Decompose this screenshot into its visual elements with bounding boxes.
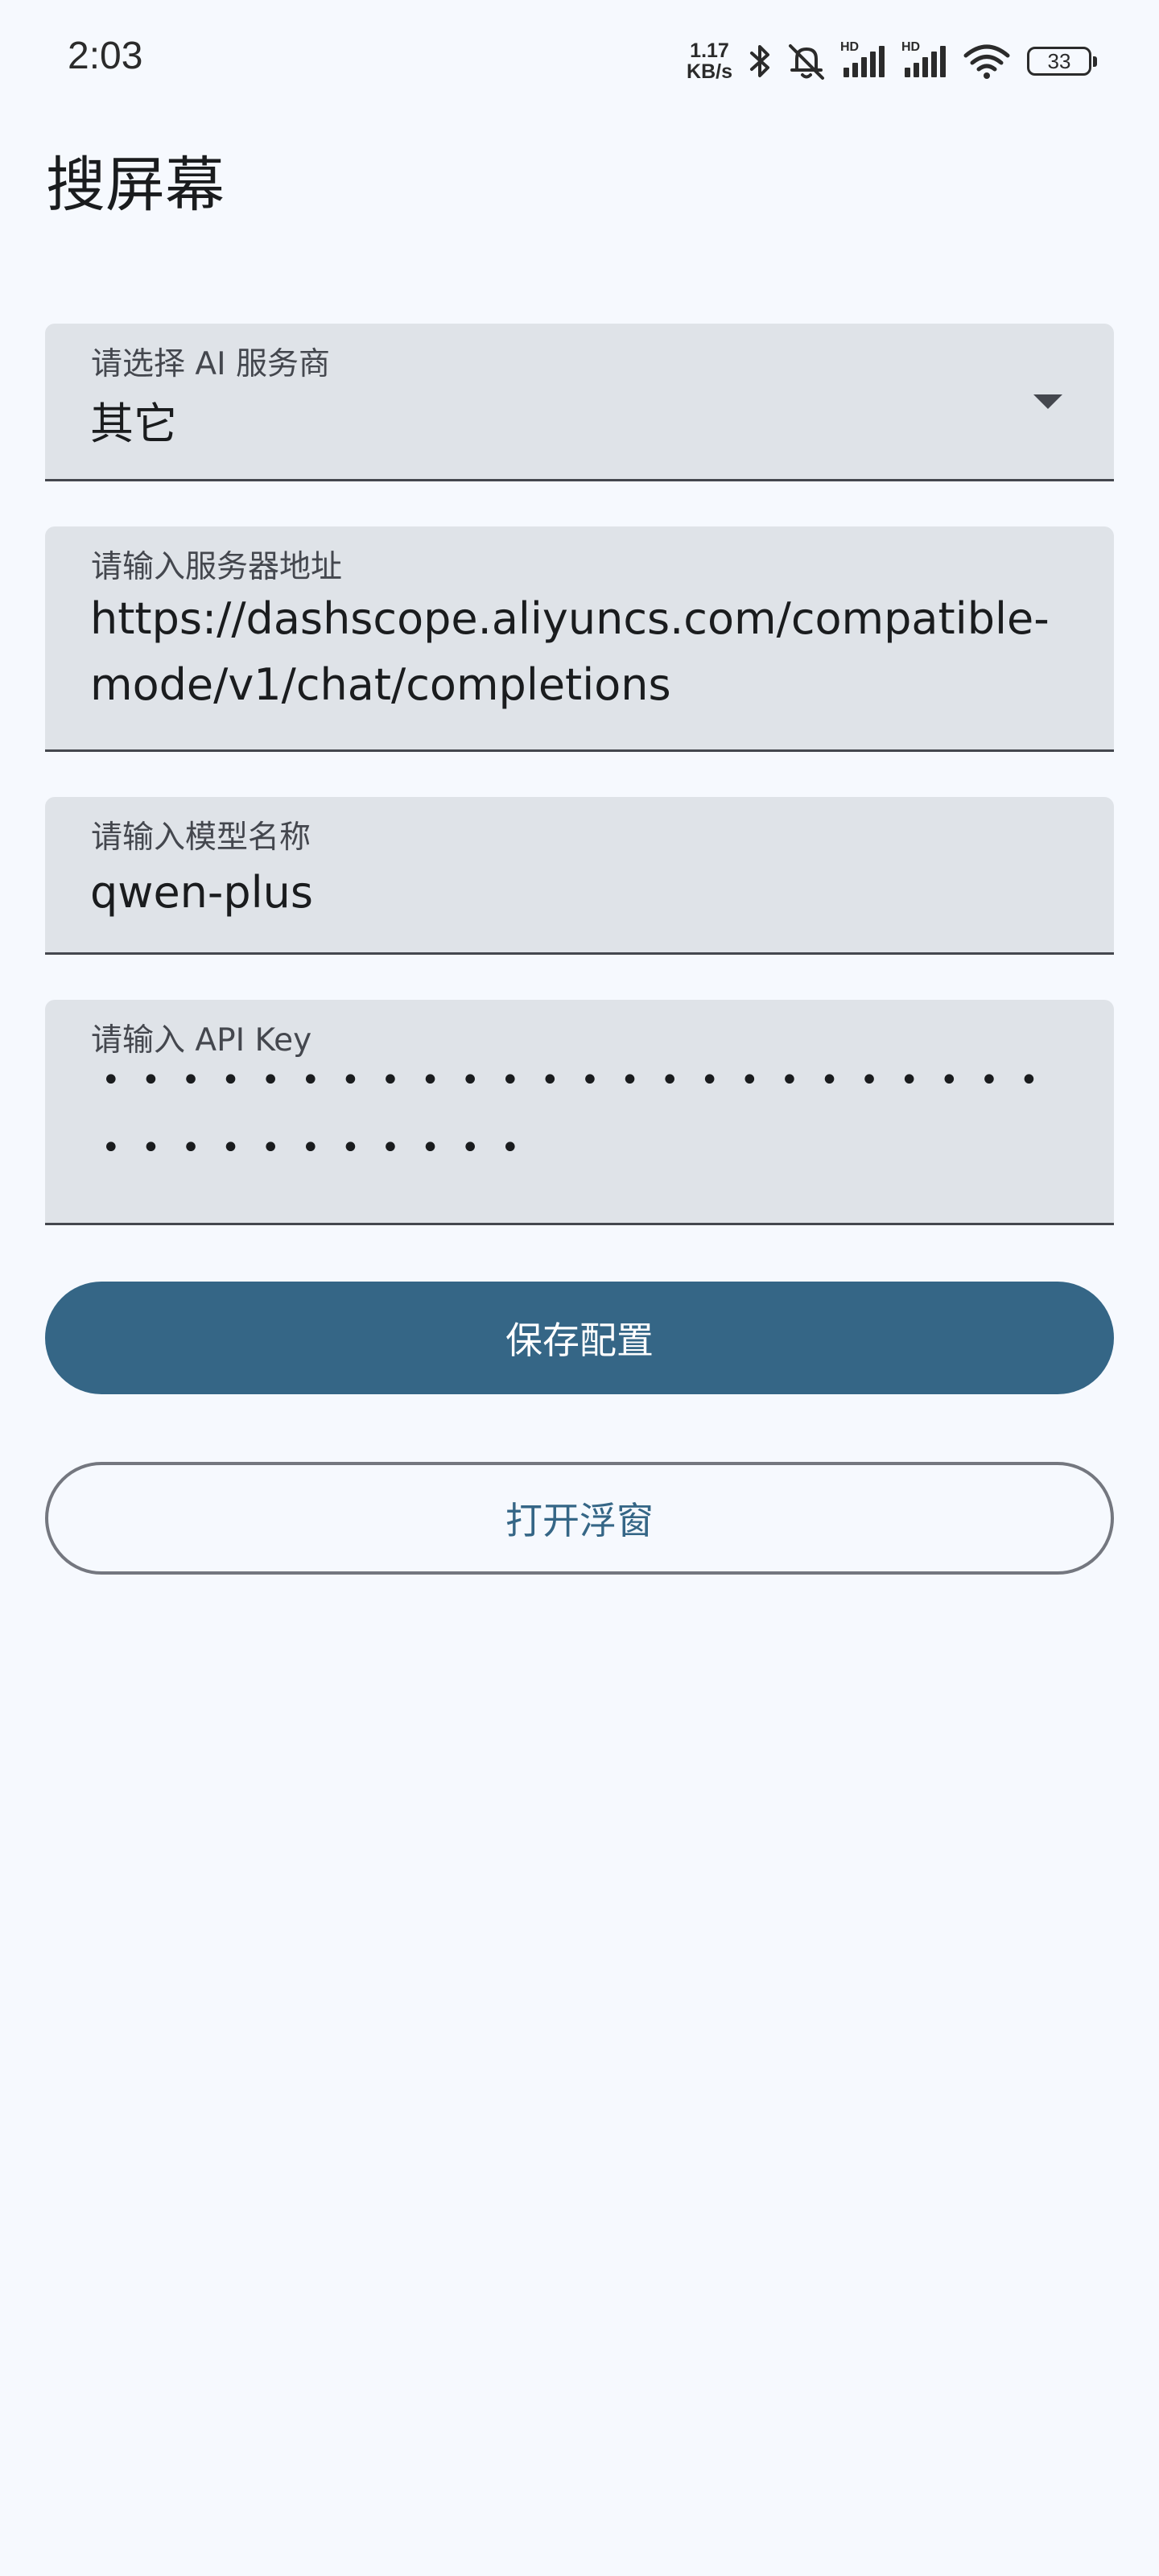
dropdown-arrow-icon[interactable] — [1033, 394, 1062, 409]
signal-icon: HD — [901, 40, 951, 79]
server-url-field[interactable]: 请输入服务器地址 https://dashscope.aliyuncs.com/… — [45, 526, 1114, 752]
page-title: 搜屏幕 — [46, 151, 225, 220]
server-url-value[interactable]: https://dashscope.aliyuncs.com/compatibl… — [90, 586, 1069, 718]
save-config-button[interactable]: 保存配置 — [45, 1282, 1114, 1394]
api-key-masked-value[interactable]: ••••••••••••••••••••••••••••••••••• — [101, 1046, 1074, 1182]
provider-label: 请选择 AI 服务商 — [91, 346, 330, 382]
battery-icon: 33 — [1027, 47, 1097, 76]
api-key-field[interactable]: 请输入 API Key ••••••••••••••••••••••••••••… — [45, 1000, 1114, 1225]
save-config-label: 保存配置 — [505, 1319, 654, 1362]
model-name-field[interactable]: 请输入模型名称 qwen-plus — [45, 797, 1114, 955]
open-float-window-label: 打开浮窗 — [505, 1499, 654, 1542]
signal-icon: HD — [840, 40, 890, 79]
network-speed: 1.17 KB/s — [687, 40, 732, 82]
open-float-window-button[interactable]: 打开浮窗 — [45, 1462, 1114, 1575]
network-speed-unit: KB/s — [687, 60, 732, 83]
network-speed-value: 1.17 — [690, 39, 729, 62]
wifi-icon — [963, 43, 1011, 80]
provider-dropdown[interactable]: 请选择 AI 服务商 其它 — [45, 324, 1114, 481]
model-name-value[interactable]: qwen-plus — [90, 860, 1069, 926]
hd-label: HD — [901, 40, 921, 54]
mute-icon — [784, 41, 829, 81]
hd-label: HD — [840, 40, 860, 54]
status-bar: 2:03 1.17 KB/s HD HD 33 — [0, 0, 1159, 121]
status-time: 2:03 — [68, 35, 143, 77]
bluetooth-icon — [749, 42, 773, 80]
provider-value: 其它 — [90, 398, 177, 449]
model-name-label: 请输入模型名称 — [91, 819, 311, 856]
battery-level: 33 — [1047, 48, 1071, 73]
status-icons: 1.17 KB/s HD HD 33 — [687, 37, 1097, 85]
server-url-label: 请输入服务器地址 — [91, 549, 343, 585]
